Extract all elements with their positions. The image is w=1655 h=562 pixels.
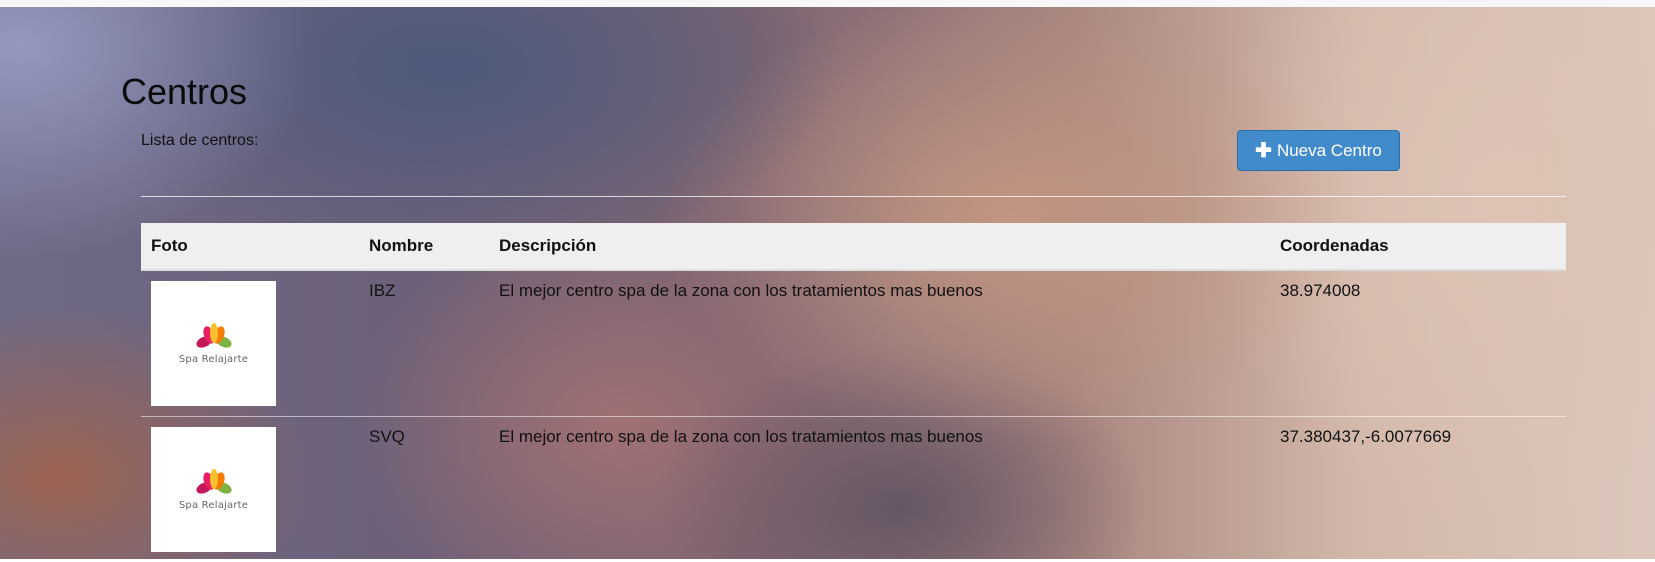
new-center-label: Nueva Centro: [1277, 141, 1382, 161]
brand-text: Spa Relajarte: [179, 500, 248, 511]
brand-text: Spa Relajarte: [179, 354, 248, 365]
center-photo: Spa Relajarte: [151, 427, 276, 552]
divider: [141, 196, 1566, 197]
photo-cell: Spa Relajarte: [141, 417, 359, 562]
page-title: Centros: [121, 72, 247, 112]
table-header-row: Foto Nombre Descripción Coordenadas: [141, 223, 1566, 270]
table-row: Spa Relajarte SVQ El mejor centro spa de…: [141, 417, 1566, 562]
centers-table: Foto Nombre Descripción Coordenadas: [141, 223, 1566, 562]
photo-cell: Spa Relajarte: [141, 270, 359, 417]
table-row: Spa Relajarte IBZ El mejor centro spa de…: [141, 270, 1566, 417]
center-photo: Spa Relajarte: [151, 281, 276, 406]
coordenadas-cell: 38.974008: [1270, 270, 1566, 417]
coordenadas-cell: 37.380437,-6.0077669: [1270, 417, 1566, 562]
new-center-button[interactable]: ✚ Nueva Centro: [1237, 130, 1400, 171]
header-coordenadas: Coordenadas: [1270, 223, 1566, 270]
header-nombre: Nombre: [359, 223, 489, 270]
descripcion-cell: El mejor centro spa de la zona con los t…: [489, 270, 1270, 417]
lotus-logo-icon: [194, 468, 234, 498]
list-subtitle: Lista de centros:: [141, 132, 258, 150]
plus-icon: ✚: [1255, 141, 1272, 161]
nombre-cell: IBZ: [359, 270, 489, 417]
nombre-cell: SVQ: [359, 417, 489, 562]
top-bar: [0, 0, 1655, 7]
header-foto: Foto: [141, 223, 359, 270]
lotus-logo-icon: [194, 322, 234, 352]
descripcion-cell: El mejor centro spa de la zona con los t…: [489, 417, 1270, 562]
header-descripcion: Descripción: [489, 223, 1270, 270]
